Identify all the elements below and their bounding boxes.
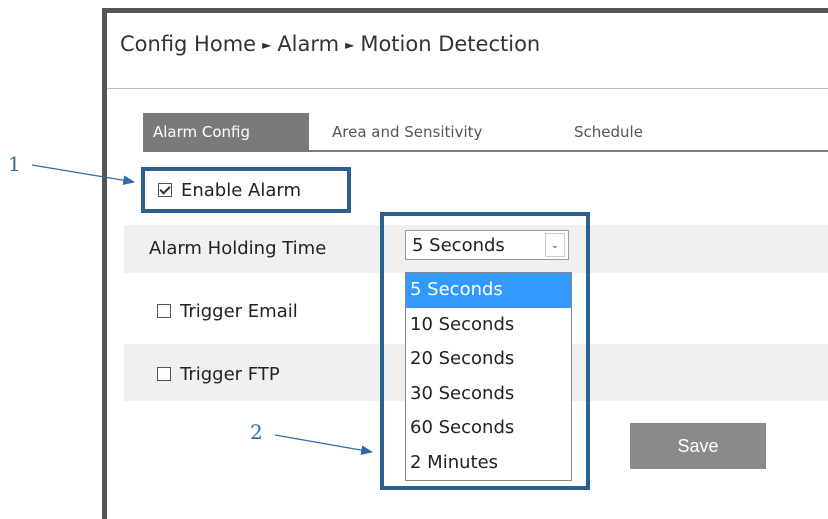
callout-arrow-1 (31, 164, 136, 185)
callout-arrow-2 (274, 434, 374, 455)
callout-arrows (31, 164, 374, 455)
